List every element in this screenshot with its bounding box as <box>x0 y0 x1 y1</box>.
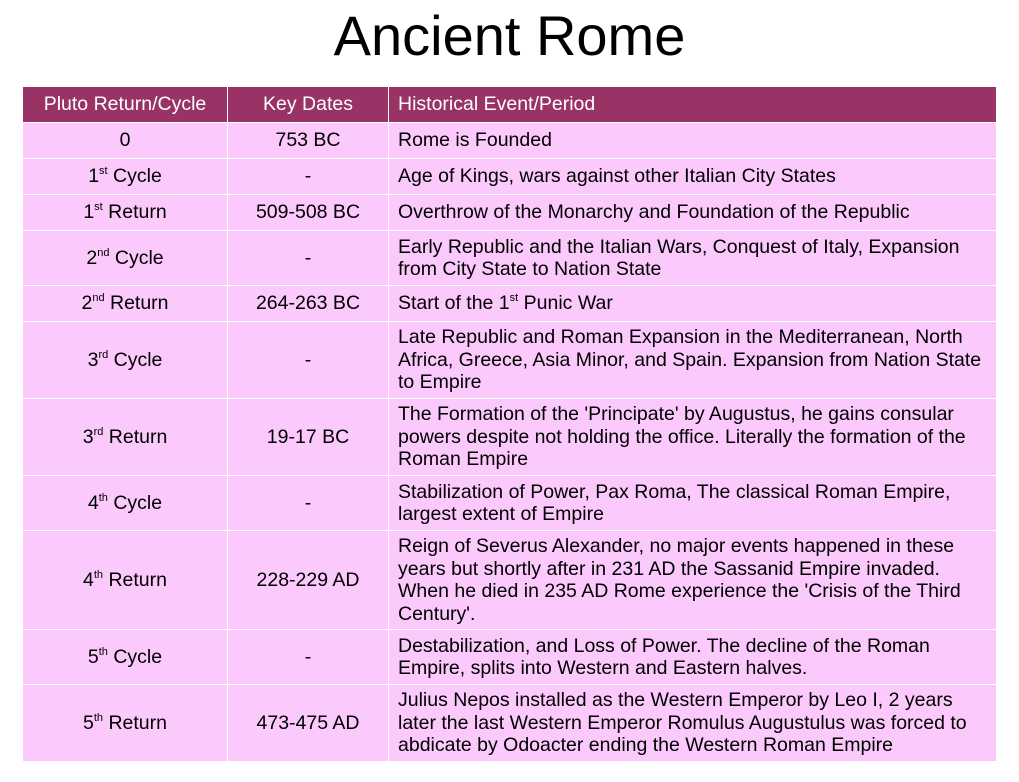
event-text-tail: Punic War <box>518 292 613 315</box>
key-dates-cell: - <box>227 230 389 286</box>
cycle-ordinal-suffix: th <box>93 568 104 581</box>
historical-event-cell: Stabilization of Power, Pax Roma, The cl… <box>388 475 997 531</box>
event-text: Age of Kings, wars against other Italian… <box>398 165 836 188</box>
cycle-type: Cycle <box>107 165 162 188</box>
cycle-number: 1 <box>83 201 95 224</box>
table-row: 4th Return 228-229 AD Reign of Severus Ale… <box>22 530 997 630</box>
cycle-ordinal-suffix: nd <box>97 246 110 259</box>
key-dates-cell: - <box>227 158 389 195</box>
cycle-number: 3 <box>82 425 94 448</box>
cycle-cell: 1st Return <box>22 194 228 231</box>
cycle-cell: 3rd Cycle <box>22 321 228 399</box>
cycle-type: Cycle <box>107 491 163 514</box>
cycle-cell: 2nd Return <box>22 285 228 322</box>
table-row: 2nd Return 264-263 BC Start of the 1st Pun… <box>22 285 997 322</box>
event-text: Destabilization, and Loss of Power. The … <box>398 634 930 680</box>
historical-event-cell: Destabilization, and Loss of Power. The … <box>388 629 997 685</box>
cycle-ordinal-suffix: th <box>93 711 104 724</box>
cycle-type: Cycle <box>108 348 163 371</box>
column-header-dates: Key Dates <box>227 86 389 123</box>
key-dates-cell: 264-263 BC <box>227 285 389 322</box>
cycle-ordinal-suffix: rd <box>93 425 104 438</box>
historical-event-cell: Age of Kings, wars against other Italian… <box>388 158 997 195</box>
event-text: Rome is Founded <box>398 129 552 152</box>
event-text: Start of the 1 <box>398 292 510 315</box>
cycle-cell: 2nd Cycle <box>22 230 228 286</box>
table-row: 0 753 BC Rome is Founded <box>22 122 997 159</box>
historical-event-cell: Start of the 1st Punic War <box>388 285 997 322</box>
cycle-ordinal-suffix: rd <box>98 348 109 361</box>
cycle-ordinal-suffix: st <box>99 165 108 178</box>
table-row: 1st Cycle - Age of Kings, wars against oth… <box>22 158 997 195</box>
cycle-cell: 0 <box>22 122 228 159</box>
cycle-type: Return <box>103 568 167 591</box>
cycle-type: Return <box>103 711 167 734</box>
historical-event-cell: Early Republic and the Italian Wars, Con… <box>388 230 997 286</box>
event-ordinal-suffix: st <box>509 292 519 305</box>
historical-event-cell: Rome is Founded <box>388 122 997 159</box>
cycle-cell: 5th Cycle <box>22 629 228 685</box>
table-row: 2nd Cycle - Early Republic and the Italian… <box>22 230 997 286</box>
cycle-number: 0 <box>119 129 131 152</box>
slide-title: Ancient Rome <box>333 4 686 67</box>
cycle-number: 3 <box>87 348 99 371</box>
historical-event-cell: Julius Nepos installed as the Western Em… <box>388 684 997 762</box>
table-row: 4th Cycle - Stabilization of Power, Pax Ro… <box>22 475 997 531</box>
cycle-number: 5 <box>87 645 99 668</box>
table-row: 3rd Return 19-17 BC The Formation of the '… <box>22 398 997 476</box>
cycle-type: Return <box>103 425 168 448</box>
cycle-number: 5 <box>83 711 94 734</box>
table-body: 0 753 BC Rome is Founded 1st Cycle - Age of K… <box>22 122 997 762</box>
cycle-number: 1 <box>88 165 100 188</box>
table-row: 5th Cycle - Destabilization, and Loss of P… <box>22 629 997 685</box>
cycle-number: 2 <box>86 246 98 269</box>
cycle-number: 4 <box>87 491 99 514</box>
column-header-cycle: Pluto Return/Cycle <box>22 86 228 123</box>
cycle-cell: 4th Return <box>22 530 228 630</box>
event-text: The Formation of the 'Principate' by Aug… <box>398 403 966 471</box>
key-dates-cell: 19-17 BC <box>227 398 389 476</box>
event-text: Late Republic and Roman Expansion in the… <box>398 326 982 394</box>
historical-event-cell: Reign of Severus Alexander, no major eve… <box>388 530 997 630</box>
historical-event-cell: Overthrow of the Monarchy and Foundation… <box>388 194 997 231</box>
event-text: Early Republic and the Italian Wars, Con… <box>398 235 960 281</box>
cycle-cell: 1st Cycle <box>22 158 228 195</box>
key-dates-cell: - <box>227 475 389 531</box>
pluto-cycle-table: Pluto Return/Cycle Key Dates Historical … <box>22 86 997 762</box>
cycle-cell: 4th Cycle <box>22 475 228 531</box>
key-dates-cell: 509-508 BC <box>227 194 389 231</box>
table-row: 1st Return 509-508 BC Overthrow of the Mon… <box>22 194 997 231</box>
key-dates-cell: - <box>227 629 389 685</box>
historical-event-cell: The Formation of the 'Principate' by Aug… <box>388 398 997 476</box>
table-row: 5th Return 473-475 AD Julius Nepos install… <box>22 684 997 762</box>
cycle-ordinal-suffix: nd <box>92 292 105 305</box>
key-dates-cell: 753 BC <box>227 122 389 159</box>
table-header-row: Pluto Return/Cycle Key Dates Historical … <box>22 86 997 123</box>
cycle-type: Cycle <box>109 246 164 269</box>
event-text: Stabilization of Power, Pax Roma, The cl… <box>398 480 951 526</box>
cycle-ordinal-suffix: st <box>94 201 103 214</box>
cycle-number: 4 <box>83 568 94 591</box>
cycle-ordinal-suffix: th <box>98 491 108 504</box>
cycle-ordinal-suffix: th <box>98 645 108 658</box>
cycle-type: Return <box>104 292 169 315</box>
historical-event-cell: Late Republic and Roman Expansion in the… <box>388 321 997 399</box>
cycle-cell: 5th Return <box>22 684 228 762</box>
cycle-type: Cycle <box>107 645 163 668</box>
key-dates-cell: - <box>227 321 389 399</box>
event-text: Overthrow of the Monarchy and Foundation… <box>398 201 910 224</box>
key-dates-cell: 228-229 AD <box>227 530 389 630</box>
cycle-number: 2 <box>81 292 93 315</box>
key-dates-cell: 473-475 AD <box>227 684 389 762</box>
event-text: Julius Nepos installed as the Western Em… <box>398 689 967 757</box>
column-header-event: Historical Event/Period <box>388 86 997 123</box>
cycle-type: Return <box>102 201 167 224</box>
cycle-cell: 3rd Return <box>22 398 228 476</box>
event-text: Reign of Severus Alexander, no major eve… <box>398 535 961 625</box>
table-row: 3rd Cycle - Late Republic and Roman Expans… <box>22 321 997 399</box>
